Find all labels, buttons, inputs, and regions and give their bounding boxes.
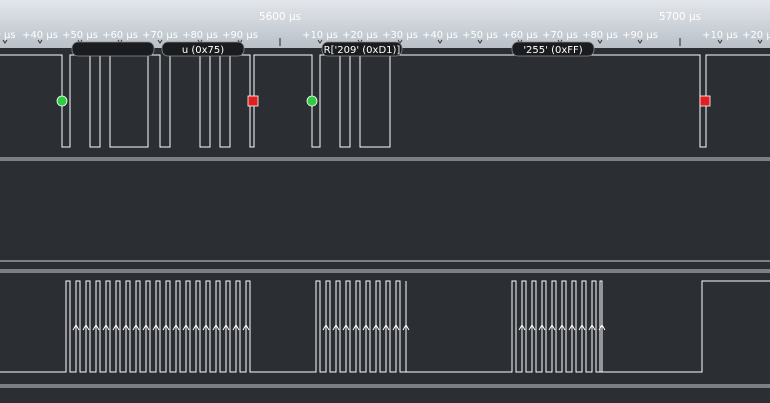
channel-separator — [0, 157, 770, 161]
channel-separator — [0, 384, 770, 388]
start-marker[interactable] — [56, 95, 68, 107]
waveform-area[interactable]: u (0x75) R['209' (0xD1)] '255' (0xFF) — [0, 0, 770, 403]
stop-marker[interactable] — [699, 95, 711, 107]
decoder-annotation-label: R['209' (0xD1)] — [324, 45, 401, 56]
decoder-annotation-label: '255' (0xFF) — [523, 45, 582, 56]
start-marker[interactable] — [306, 95, 318, 107]
decoder-annotation-label: u (0x75) — [182, 45, 224, 56]
channel-separator — [0, 269, 770, 273]
stop-marker[interactable] — [247, 95, 259, 107]
logic-analyzer-view: 5600 µs5700 µs 0 µs+40 µs+50 µs+60 µs+70… — [0, 0, 770, 403]
decoder-annotation[interactable] — [71, 41, 155, 57]
